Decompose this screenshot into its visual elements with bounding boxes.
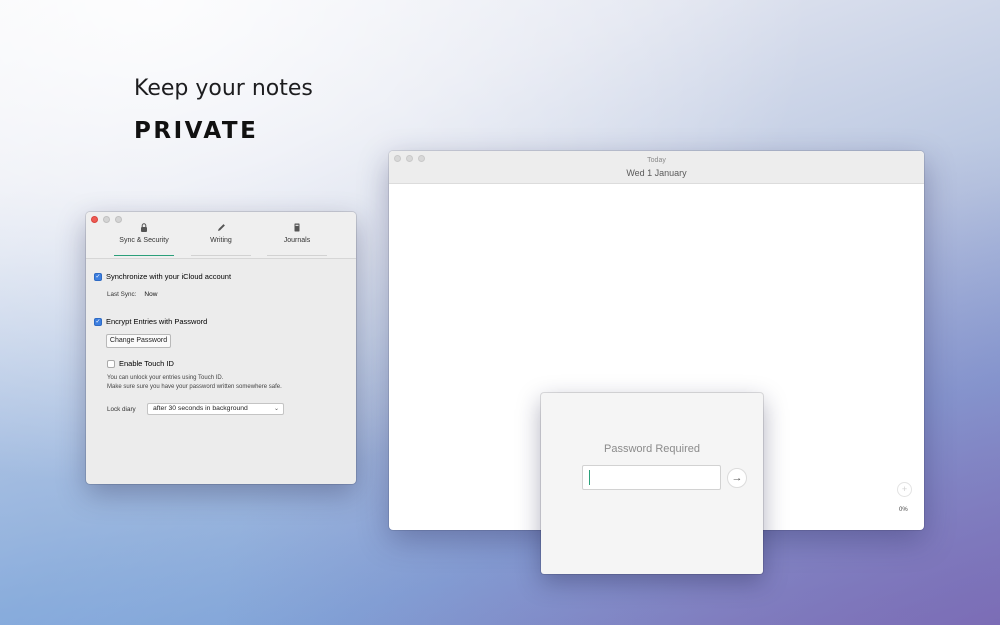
- marketing-headline-strong: PRIVATE: [134, 118, 259, 144]
- change-password-button[interactable]: Change Password: [106, 334, 171, 348]
- tab-indicator: [267, 254, 327, 256]
- submit-arrow-button[interactable]: →: [727, 468, 747, 488]
- lock-diary-select[interactable]: after 30 seconds in background ⌄: [147, 403, 284, 415]
- minimize-button[interactable]: [103, 216, 110, 223]
- lock-diary-row: Lock diary: [107, 406, 136, 413]
- date-label[interactable]: Wed 1 January: [389, 168, 924, 178]
- help-line: Make sure sure you have your password wr…: [107, 384, 282, 390]
- chevron-down-icon: ⌄: [273, 406, 279, 412]
- last-sync-label: Last Sync:: [107, 291, 137, 298]
- book-icon: [267, 223, 327, 235]
- encrypt-row: ✓ Encrypt Entries with Password: [94, 317, 207, 326]
- window-controls: [91, 216, 122, 223]
- lock-icon: [114, 223, 174, 235]
- tab-label: Writing: [210, 237, 232, 244]
- preferences-toolbar: Sync & Security Writing Journals: [86, 212, 356, 259]
- lock-diary-value: after 30 seconds in background: [153, 405, 248, 412]
- touch-id-row: Enable Touch ID: [107, 359, 174, 368]
- tab-label: Sync & Security: [119, 237, 169, 244]
- marketing-headline: Keep your notes: [134, 76, 313, 101]
- last-sync-row: Last Sync: Now: [107, 291, 157, 298]
- journal-titlebar: Today Wed 1 January: [389, 151, 924, 184]
- day-label: Today: [647, 157, 666, 164]
- sync-icloud-label: Synchronize with your iCloud account: [106, 272, 232, 281]
- tab-sync-security[interactable]: Sync & Security: [114, 223, 174, 256]
- sync-icloud-row: ✓ Synchronize with your iCloud account: [94, 272, 231, 281]
- tab-indicator: [191, 254, 251, 256]
- sync-icloud-checkbox[interactable]: ✓: [94, 272, 102, 281]
- last-sync-value: Now: [144, 291, 158, 298]
- tab-label: Journals: [283, 237, 311, 244]
- tab-indicator: [114, 254, 174, 256]
- password-input[interactable]: [582, 465, 721, 490]
- progress-text: 0%: [899, 507, 908, 513]
- tab-journals[interactable]: Journals: [267, 223, 327, 256]
- preferences-window: Sync & Security Writing Journals: [86, 212, 356, 484]
- pencil-icon: [191, 223, 251, 235]
- touch-id-label: Enable Touch ID: [119, 359, 174, 368]
- tab-writing[interactable]: Writing: [191, 223, 251, 256]
- text-caret: [589, 470, 590, 485]
- zoom-button[interactable]: [115, 216, 122, 223]
- encrypt-checkbox[interactable]: ✓: [94, 317, 102, 326]
- touch-id-help: You can unlock your entries using Touch …: [107, 374, 282, 392]
- encrypt-label: Encrypt Entries with Password: [106, 317, 208, 326]
- lock-diary-label: Lock diary: [107, 406, 136, 413]
- password-dialog: Password Required →: [541, 393, 763, 574]
- help-line: You can unlock your entries using Touch …: [107, 375, 224, 381]
- touch-id-checkbox[interactable]: [107, 359, 115, 368]
- add-entry-button[interactable]: +: [897, 482, 912, 497]
- close-button[interactable]: [91, 216, 98, 223]
- password-title: Password Required: [604, 443, 700, 455]
